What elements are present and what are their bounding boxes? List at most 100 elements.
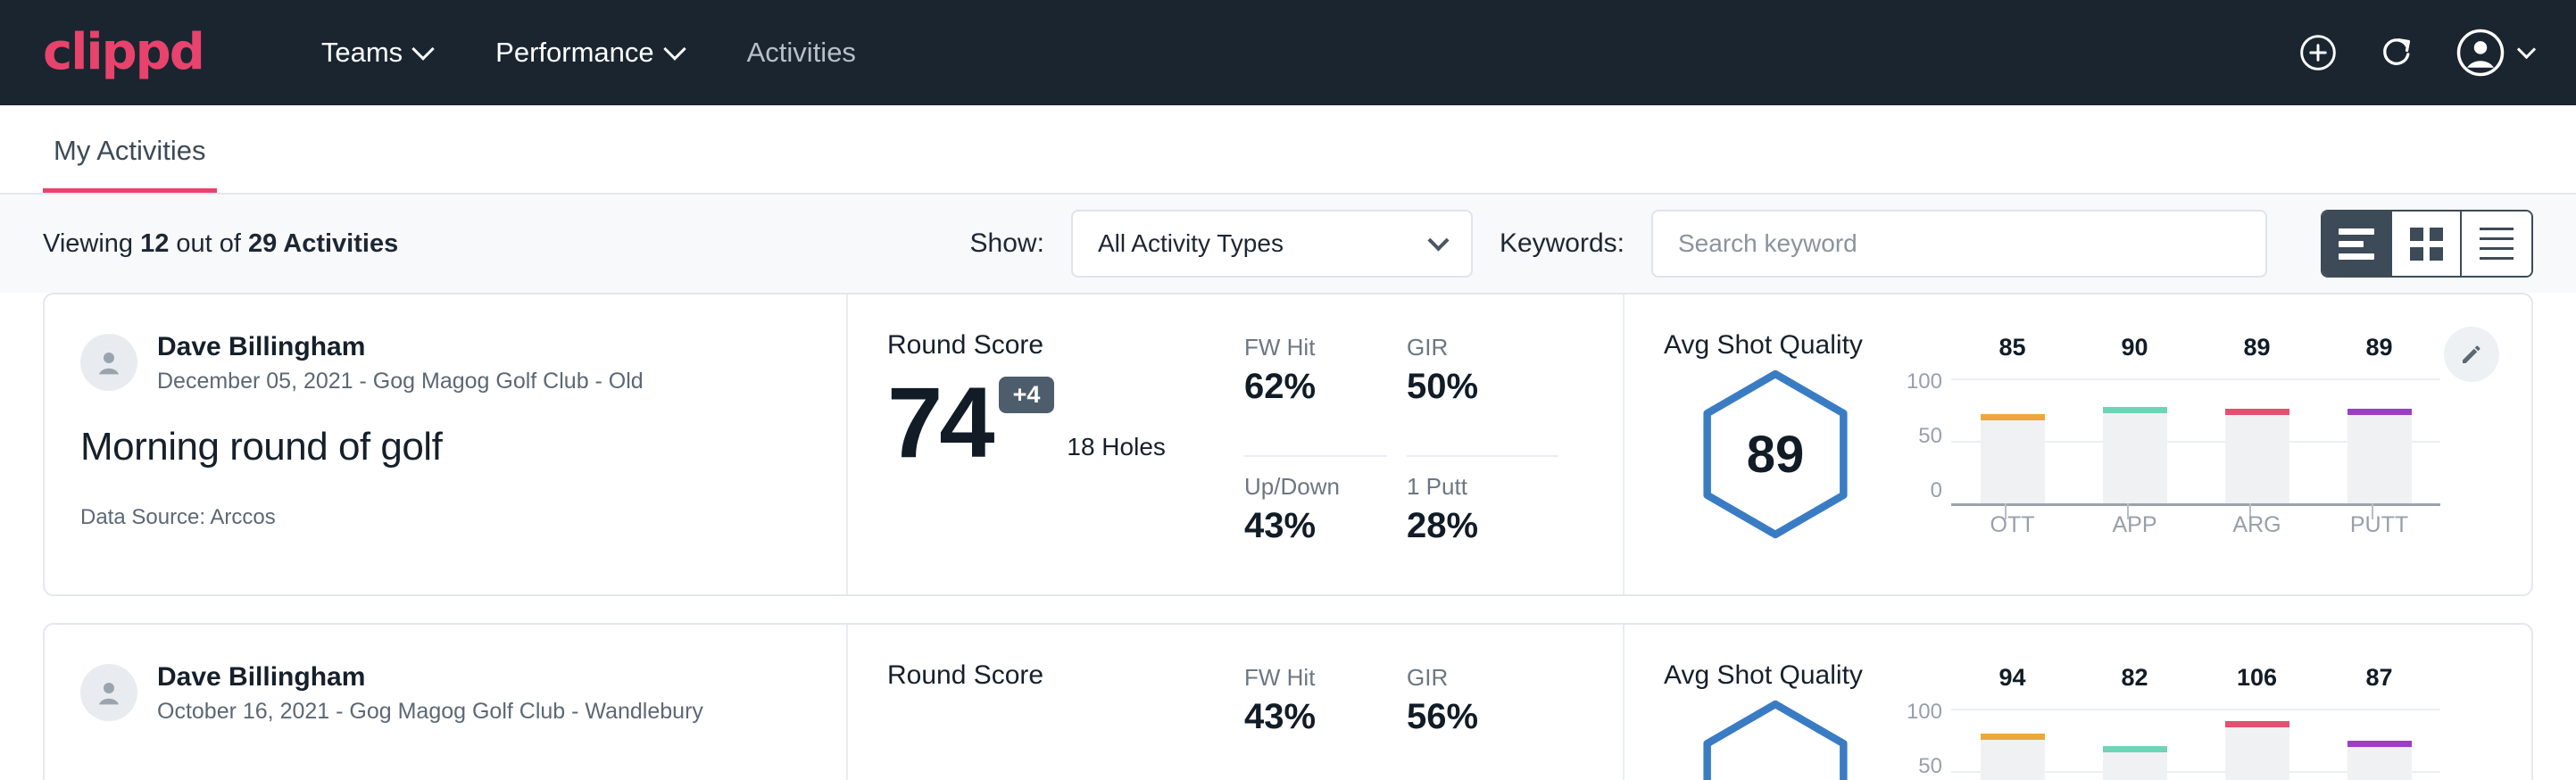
bar-app: 90 xyxy=(2103,369,2167,503)
chart-bars: 85 90 89 89 xyxy=(1951,369,2440,503)
x-label-putt: PUTT xyxy=(2347,512,2412,538)
header-actions xyxy=(2298,28,2533,78)
bar-arg-cap xyxy=(2225,721,2289,727)
viewing-prefix: Viewing xyxy=(43,229,140,258)
bar-putt-cap xyxy=(2347,409,2412,415)
bar-ott-cap xyxy=(1981,734,2045,740)
stat-gir-label: GIR xyxy=(1407,334,1558,361)
grid-view-button[interactable] xyxy=(2392,212,2462,276)
chart-plot-area: 94 82 106 8 xyxy=(1951,700,2440,780)
activity-list: Dave Billingham December 05, 2021 - Gog … xyxy=(0,293,2576,780)
stat-up-down-value: 43% xyxy=(1244,506,1387,546)
round-score-value-row: 74 +4 18 Holes xyxy=(887,377,1244,469)
edit-activity-button[interactable] xyxy=(2444,327,2499,382)
chart-plot-area: 85 90 89 89 xyxy=(1951,369,2440,503)
nav-item-teams-label: Teams xyxy=(321,37,403,69)
nav-item-performance[interactable]: Performance xyxy=(463,37,714,69)
stat-fw-hit: FW Hit 62% xyxy=(1244,334,1387,457)
chart-x-axis-line xyxy=(1951,503,2440,506)
nav-item-teams[interactable]: Teams xyxy=(289,37,463,69)
activity-type-select[interactable]: All Activity Types xyxy=(1071,210,1473,278)
avatar xyxy=(80,334,137,391)
list-view-button[interactable] xyxy=(2323,212,2392,276)
bar-app-cap xyxy=(2103,407,2167,413)
stat-1-putt-label: 1 Putt xyxy=(1407,473,1558,501)
stat-fw-hit-value: 43% xyxy=(1244,697,1387,737)
compact-view-button[interactable] xyxy=(2462,212,2531,276)
x-label-ott: OTT xyxy=(1981,512,2045,538)
nav-item-activities-label: Activities xyxy=(747,37,856,69)
bar-app-value: 82 xyxy=(2103,664,2167,692)
chevron-down-icon xyxy=(411,37,434,60)
bar-ott-value: 94 xyxy=(1981,664,2045,692)
nav-item-performance-label: Performance xyxy=(495,37,653,69)
clippd-logo[interactable]: clippd xyxy=(43,28,204,78)
add-button[interactable] xyxy=(2298,33,2338,72)
stat-fw-hit-label: FW Hit xyxy=(1244,334,1387,361)
pencil-icon xyxy=(2458,341,2485,368)
tab-bar: My Activities xyxy=(0,105,2576,195)
round-stats: FW Hit 43% GIR 56% xyxy=(1244,660,1558,780)
activity-author: Dave Billingham December 05, 2021 - Gog … xyxy=(80,330,810,394)
filter-bar: Viewing 12 out of 29 Activities Show: Al… xyxy=(0,195,2576,293)
bar-putt: 89 xyxy=(2347,369,2412,503)
chart-y-axis: 100 50 0 xyxy=(1896,369,1951,503)
activity-title: Morning round of golf xyxy=(80,425,810,469)
quality-hexagon xyxy=(1664,700,1887,780)
stat-up-down-label: Up/Down xyxy=(1244,473,1387,501)
filter-controls: Show: All Activity Types Keywords: xyxy=(970,210,2533,278)
activity-meta: December 05, 2021 - Gog Magog Golf Club … xyxy=(157,369,644,394)
stat-up-down: Up/Down 43% xyxy=(1244,473,1387,594)
viewing-mid: out of xyxy=(169,229,248,258)
chevron-down-icon xyxy=(1427,229,1449,251)
y-tick-100: 100 xyxy=(1896,369,1942,394)
activity-card[interactable]: Dave Billingham October 16, 2021 - Gog M… xyxy=(43,623,2533,780)
bar-app: 82 xyxy=(2103,700,2167,780)
player-name: Dave Billingham xyxy=(157,660,703,694)
y-tick-50: 50 xyxy=(1896,754,1942,779)
search-input[interactable] xyxy=(1651,210,2267,278)
stat-gir: GIR 56% xyxy=(1407,664,1558,780)
activity-info: Dave Billingham December 05, 2021 - Gog … xyxy=(45,295,848,594)
chevron-down-icon xyxy=(2517,39,2536,58)
tab-my-activities[interactable]: My Activities xyxy=(43,135,217,193)
refresh-button[interactable] xyxy=(2377,33,2416,72)
activity-card[interactable]: Dave Billingham December 05, 2021 - Gog … xyxy=(43,293,2533,596)
quality-hexagon: 89 xyxy=(1664,369,1887,539)
nav-item-activities[interactable]: Activities xyxy=(715,37,888,69)
round-score-section: Round Score 74 +4 18 Holes FW Hit 62% GI… xyxy=(848,295,1625,594)
chart-bars: 94 82 106 8 xyxy=(1951,700,2440,780)
account-menu-button[interactable] xyxy=(2456,28,2533,78)
stat-fw-hit-label: FW Hit xyxy=(1244,664,1387,692)
main-navigation: Teams Performance Activities xyxy=(289,37,888,69)
stat-1-putt-value: 28% xyxy=(1407,506,1558,546)
view-toggle-group xyxy=(2321,210,2533,278)
show-label: Show: xyxy=(970,228,1044,259)
bar-ott-value: 85 xyxy=(1981,334,2045,361)
bar-putt-cap xyxy=(2347,741,2412,747)
hexagon-icon xyxy=(1699,700,1851,780)
bar-arg-value: 106 xyxy=(2225,664,2289,692)
stat-gir-value: 56% xyxy=(1407,697,1558,737)
activity-source: Data Source: Arccos xyxy=(80,505,810,530)
stat-fw-hit: FW Hit 43% xyxy=(1244,664,1387,780)
stat-fw-hit-value: 62% xyxy=(1244,367,1387,407)
activity-type-select-value: All Activity Types xyxy=(1098,229,1284,258)
bar-putt: 87 xyxy=(2347,700,2412,780)
stat-1-putt: 1 Putt 28% xyxy=(1407,473,1558,594)
viewing-count: 12 xyxy=(140,229,169,258)
y-tick-100: 100 xyxy=(1896,700,1942,725)
bar-ott: 94 xyxy=(1981,700,2045,780)
bar-putt-value: 89 xyxy=(2347,334,2412,361)
person-icon xyxy=(91,675,127,710)
activity-info: Dave Billingham October 16, 2021 - Gog M… xyxy=(45,625,848,780)
quality-score: 89 xyxy=(1747,425,1805,485)
chart-y-axis: 100 50 0 xyxy=(1896,700,1951,780)
round-score-value: 74 xyxy=(887,377,992,469)
holes-count: 18 Holes xyxy=(1067,433,1166,469)
y-tick-50: 50 xyxy=(1896,424,1942,449)
grid-view-icon xyxy=(2410,228,2443,261)
stat-gir-value: 50% xyxy=(1407,367,1558,407)
y-tick-0: 0 xyxy=(1896,478,1942,503)
refresh-icon xyxy=(2377,33,2416,72)
